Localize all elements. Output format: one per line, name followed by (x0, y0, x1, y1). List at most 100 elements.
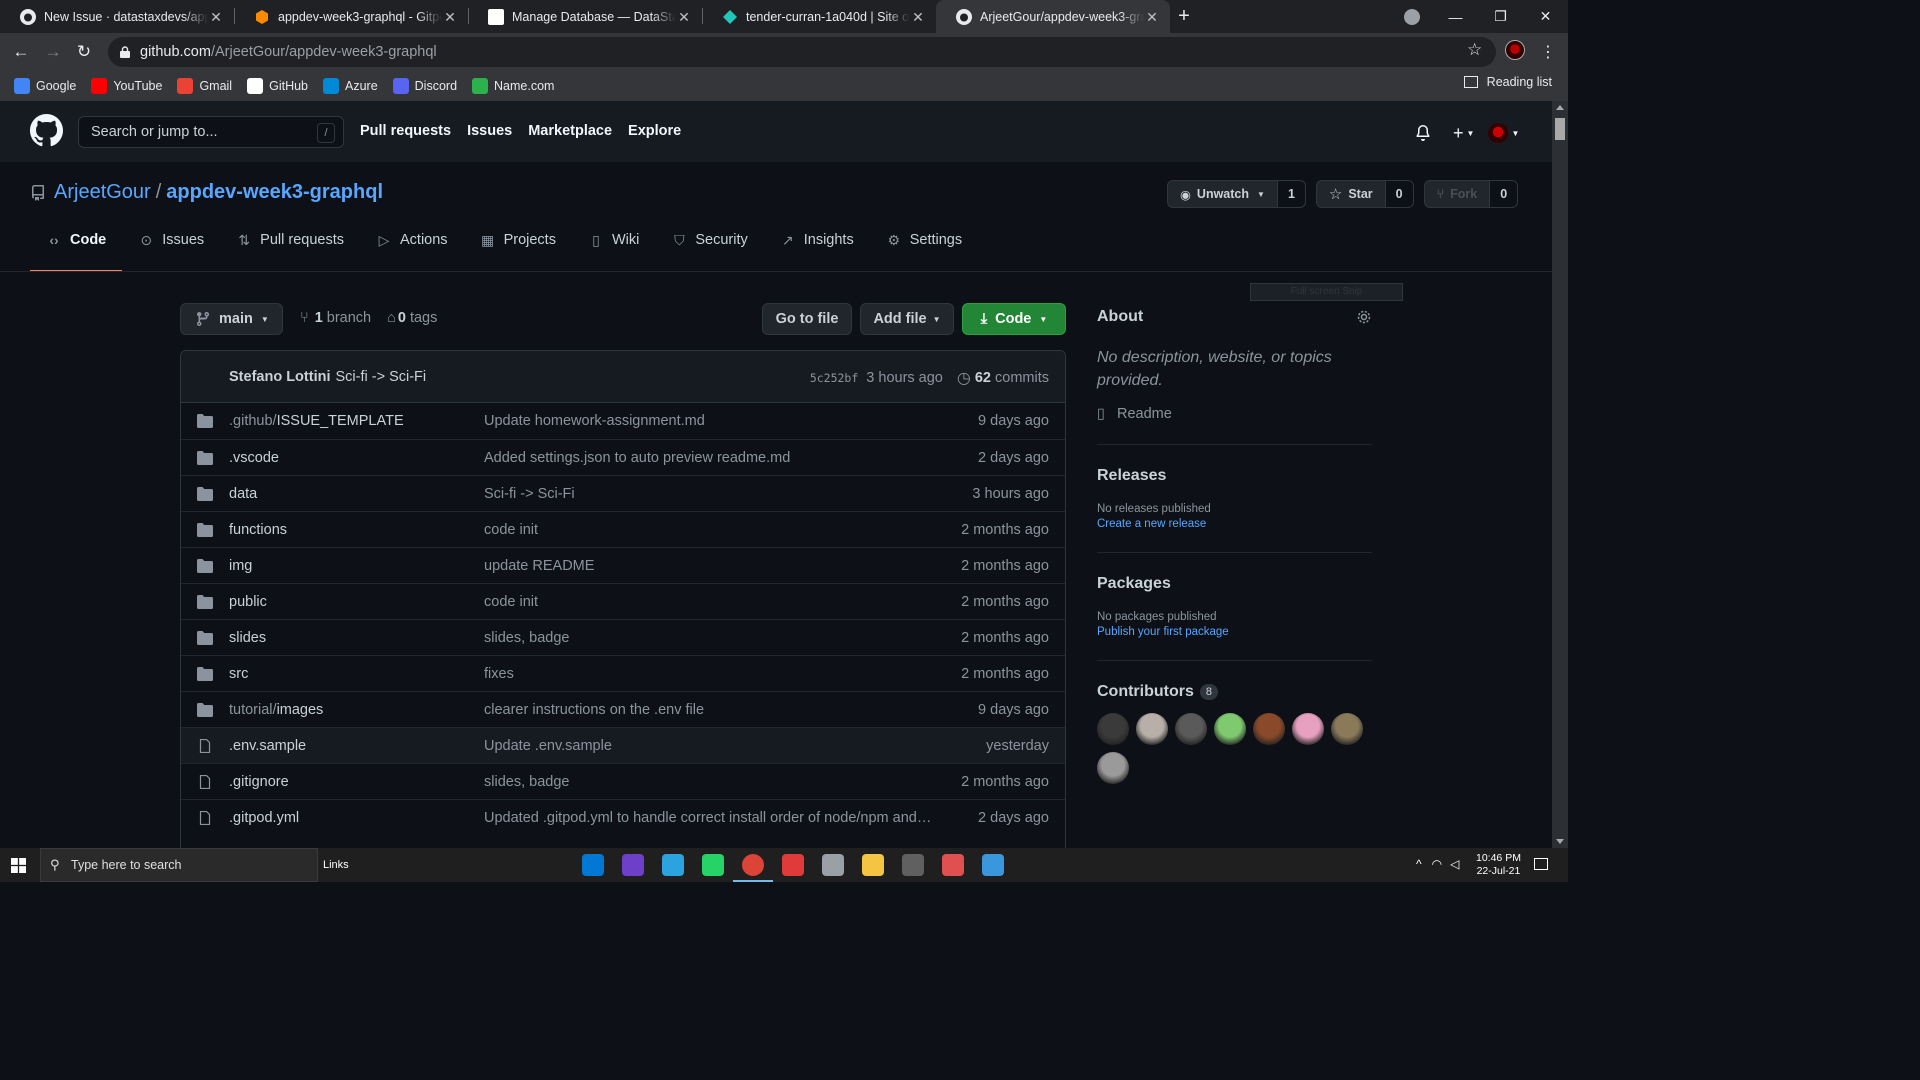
tab-code[interactable]: ‹› Code (30, 232, 123, 272)
browser-menu-icon[interactable]: ⋮ (1540, 42, 1556, 62)
github-logo-icon[interactable] (30, 114, 63, 147)
taskbar-clock[interactable]: 10:46 PM 22-Jul-21 (1476, 852, 1521, 878)
tab-insights[interactable]: ↗ Insights (764, 232, 870, 272)
bookmark-star-icon[interactable]: ☆ (1467, 40, 1482, 60)
file-name-link[interactable]: tutorial/images (229, 702, 484, 718)
contributor-avatar[interactable] (1097, 713, 1129, 745)
repo-name-link[interactable]: appdev-week3-graphql (166, 181, 383, 204)
address-bar[interactable]: github.com/ArjeetGour/appdev-week3-graph… (108, 37, 1496, 67)
snip-icon[interactable] (942, 854, 964, 876)
file-commit-message[interactable]: fixes (484, 666, 934, 682)
reload-icon[interactable]: ↻ (74, 42, 94, 62)
plus-icon[interactable]: + (1453, 124, 1464, 142)
bell-icon[interactable] (1415, 125, 1431, 141)
commit-count-link[interactable]: 62 commits (975, 370, 1049, 386)
bookmark-item[interactable]: GitHub (247, 78, 308, 94)
github-search-input[interactable]: Search or jump to... / (78, 116, 344, 148)
notification-icon[interactable] (1534, 858, 1548, 870)
page-scrollbar[interactable] (1552, 101, 1568, 848)
file-commit-message[interactable]: Update homework-assignment.md (484, 413, 934, 429)
star-button[interactable]: ☆ Star (1315, 180, 1386, 208)
file-name-link[interactable]: .gitpod.yml (229, 810, 484, 826)
tag-count[interactable]: 0 (398, 310, 406, 326)
file-commit-message[interactable]: Sci-fi -> Sci-Fi (484, 486, 934, 502)
bookmark-item[interactable]: Google (14, 78, 76, 94)
bookmark-item[interactable]: Discord (392, 78, 457, 94)
close-tab-icon[interactable]: ✕ (1144, 9, 1160, 25)
calculator-icon[interactable] (902, 854, 924, 876)
file-name-link[interactable]: .vscode (229, 450, 484, 466)
tab-wiki[interactable]: ▯ Wiki (572, 232, 655, 272)
fork-button[interactable]: ⑂ Fork (1423, 180, 1491, 208)
file-name-link[interactable]: .github/ISSUE_TEMPLATE (229, 413, 484, 429)
file-name-link[interactable]: .env.sample (229, 738, 484, 754)
file-commit-message[interactable]: Update .env.sample (484, 738, 934, 754)
remote-desktop-icon[interactable] (982, 854, 1004, 876)
commit-author[interactable]: Stefano Lottini (229, 369, 331, 385)
star-count[interactable]: 0 (1385, 180, 1414, 208)
whatsapp-icon[interactable] (702, 854, 724, 876)
anydesk-icon[interactable] (782, 854, 804, 876)
scroll-thumb[interactable] (1555, 118, 1565, 140)
file-commit-message[interactable]: Updated .gitpod.yml to handle correct in… (484, 810, 934, 826)
tag-count-label[interactable]: tags (410, 310, 437, 326)
file-name-link[interactable]: src (229, 666, 484, 682)
file-commit-message[interactable]: slides, badge (484, 630, 934, 646)
reading-list-button[interactable]: Reading list (1463, 75, 1552, 89)
unwatch-button[interactable]: ◉ Unwatch ▼ (1167, 180, 1278, 208)
telegram-icon[interactable] (662, 854, 684, 876)
contributor-avatar[interactable] (1097, 752, 1129, 784)
create-release-link[interactable]: Create a new release (1097, 518, 1372, 530)
file-explorer-icon[interactable] (862, 854, 884, 876)
fork-count[interactable]: 0 (1490, 180, 1519, 208)
go-to-file-button[interactable]: Go to file (762, 303, 852, 335)
tab-search-icon[interactable] (1404, 9, 1420, 25)
repo-owner-link[interactable]: ArjeetGour (54, 181, 151, 204)
tab-security[interactable]: ⛉ Security (655, 232, 763, 272)
add-file-button[interactable]: Add file ▼ (860, 303, 954, 335)
branch-count-label[interactable]: branch (327, 310, 371, 326)
file-name-link[interactable]: img (229, 558, 484, 574)
scroll-down-icon[interactable] (1556, 839, 1564, 844)
browser-tab[interactable]: appdev-week3-graphql - Gitpod ✕ (234, 0, 468, 33)
windows-start-icon[interactable] (11, 858, 26, 873)
contributors-heading[interactable]: Contributors 8 (1097, 683, 1372, 701)
cortana-icon[interactable] (822, 854, 844, 876)
user-avatar[interactable] (1488, 123, 1509, 143)
github-desktop-icon[interactable] (622, 854, 644, 876)
file-commit-message[interactable]: code init (484, 594, 934, 610)
nav-marketplace[interactable]: Marketplace (528, 123, 612, 139)
bookmark-item[interactable]: Gmail (177, 78, 232, 94)
close-tab-icon[interactable]: ✕ (910, 9, 926, 25)
bookmark-item[interactable]: Name.com (472, 78, 554, 94)
file-commit-message[interactable]: clearer instructions on the .env file (484, 702, 934, 718)
close-tab-icon[interactable]: ✕ (676, 9, 692, 25)
chrome-icon[interactable] (733, 854, 773, 882)
commit-message[interactable]: Sci-fi -> Sci-Fi (336, 369, 427, 385)
close-tab-icon[interactable]: ✕ (208, 9, 224, 25)
tab-issues[interactable]: ⊙ Issues (122, 232, 220, 272)
bookmark-item[interactable]: Azure (323, 78, 378, 94)
tab-settings[interactable]: ⚙ Settings (870, 232, 978, 272)
file-name-link[interactable]: .gitignore (229, 774, 484, 790)
file-commit-message[interactable]: slides, badge (484, 774, 934, 790)
file-name-link[interactable]: slides (229, 630, 484, 646)
browser-tab[interactable]: New Issue · datastaxdevs/appdev-week3✕ (0, 0, 234, 33)
file-commit-message[interactable]: code init (484, 522, 934, 538)
releases-heading[interactable]: Releases (1097, 467, 1372, 485)
profile-avatar-icon[interactable] (1505, 40, 1525, 60)
links-toolbar[interactable]: Links (323, 859, 349, 871)
nav-explore[interactable]: Explore (628, 123, 681, 139)
file-commit-message[interactable]: update README (484, 558, 934, 574)
back-arrow-icon[interactable]: ← (11, 42, 31, 62)
packages-heading[interactable]: Packages (1097, 575, 1372, 593)
minimize-icon[interactable]: — (1433, 9, 1478, 25)
contributor-avatar[interactable] (1253, 713, 1285, 745)
contributor-avatar[interactable] (1136, 713, 1168, 745)
branch-count[interactable]: 1 (315, 310, 323, 326)
nav-issues[interactable]: Issues (467, 123, 512, 139)
close-window-icon[interactable]: ✕ (1523, 8, 1568, 25)
contributor-avatar[interactable] (1331, 713, 1363, 745)
branch-selector[interactable]: main ▼ (180, 303, 283, 335)
scroll-up-icon[interactable] (1556, 105, 1564, 110)
